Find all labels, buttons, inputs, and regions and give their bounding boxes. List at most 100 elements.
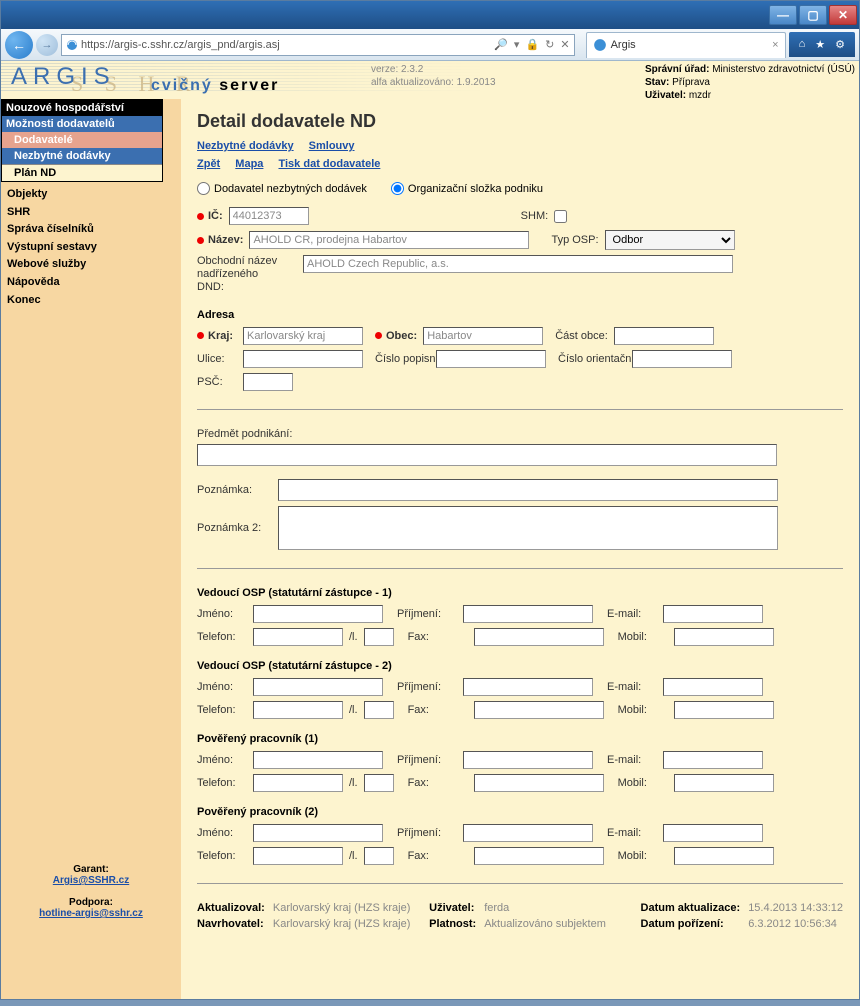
typosp-select[interactable]: Odbor (605, 230, 735, 250)
pozn1-field[interactable] (278, 479, 778, 501)
address-bar[interactable]: https://argis-c.sshr.cz/argis_pnd/argis.… (61, 34, 575, 56)
link-nezbytne-dodavky[interactable]: Nezbytné dodávky (197, 140, 294, 152)
stop-icon[interactable]: ✕ (560, 38, 569, 51)
datum-akt-value: 15.4.2013 14:33:12 (748, 902, 843, 914)
co-field[interactable] (632, 350, 732, 368)
person3-linka-field[interactable] (364, 774, 394, 792)
app-header: S S H R ARGIS cvičný server verze: 2.3.2… (1, 61, 859, 99)
person3-mobil-label: Mobil: (618, 777, 668, 789)
datum-akt-label: Datum aktualizace: (641, 902, 741, 914)
uzivatel-label: Uživatel: (429, 902, 476, 914)
person4-prijmeni-field[interactable] (463, 824, 593, 842)
ulice-label: Ulice: (197, 353, 237, 365)
person3-jmeno-field[interactable] (253, 751, 383, 769)
person3-mobil-field[interactable] (674, 774, 774, 792)
person1-telefon-field[interactable] (253, 628, 343, 646)
ie-icon (593, 38, 607, 52)
window-maximize-button[interactable]: ▢ (799, 5, 827, 25)
tab-strip: Argis × (586, 32, 786, 58)
person4-jmeno-label: Jméno: (197, 827, 247, 839)
person4-jmeno-field[interactable] (253, 824, 383, 842)
link-zpet[interactable]: Zpět (197, 158, 220, 170)
sidebar-menu: Nouzové hospodářství Možnosti dodavatelů… (1, 99, 163, 182)
back-button[interactable]: ← (5, 31, 33, 59)
obec-field[interactable] (423, 327, 543, 345)
support-mail-link[interactable]: hotline-argis@sshr.cz (39, 908, 143, 919)
shm-checkbox[interactable] (554, 210, 567, 223)
person1-mobil-field[interactable] (674, 628, 774, 646)
ic-field[interactable] (229, 207, 309, 225)
person2-telefon-field[interactable] (253, 701, 343, 719)
person3-telefon-field[interactable] (253, 774, 343, 792)
forward-button[interactable]: → (36, 34, 58, 56)
person1-linka-field[interactable] (364, 628, 394, 646)
pozn2-label: Poznámka 2: (197, 522, 272, 534)
person2-email-field[interactable] (663, 678, 763, 696)
home-icon[interactable]: ⌂ (799, 38, 806, 51)
sidebar-link-shr[interactable]: SHR (7, 204, 175, 222)
link-smlouvy[interactable]: Smlouvy (309, 140, 355, 152)
datum-por-label: Datum pořízení: (641, 918, 741, 930)
window-minimize-button[interactable]: — (769, 5, 797, 25)
person3-email-field[interactable] (663, 751, 763, 769)
search-icon[interactable]: 🔎 (494, 38, 508, 51)
person2-jmeno-field[interactable] (253, 678, 383, 696)
sidebar-link-objekty[interactable]: Objekty (7, 186, 175, 204)
parent-name-field[interactable] (303, 255, 733, 273)
kraj-field[interactable] (243, 327, 363, 345)
person3-telefon-label: Telefon: (197, 777, 247, 789)
pozn2-field[interactable] (278, 506, 778, 550)
person4-mobil-label: Mobil: (618, 850, 668, 862)
radio-osp[interactable]: Organizační složka podniku (391, 182, 543, 195)
sidebar-item-plan-nd[interactable]: Plán ND (2, 164, 162, 181)
link-mapa[interactable]: Mapa (235, 158, 263, 170)
sidebar-item-nezbytne[interactable]: Nezbytné dodávky (2, 148, 162, 164)
person4-mobil-field[interactable] (674, 847, 774, 865)
person4-fax-field[interactable] (474, 847, 604, 865)
tools-icon[interactable]: ⚙ (835, 38, 845, 51)
nazev-field[interactable] (249, 231, 529, 249)
castobce-field[interactable] (614, 327, 714, 345)
type-radio-group: Dodavatel nezbytných dodávek Organizační… (197, 182, 843, 195)
person3-fax-field[interactable] (474, 774, 604, 792)
sidebar-section-moznosti[interactable]: Možnosti dodavatelů (2, 116, 162, 132)
sidebar-link-sprava[interactable]: Správa číselníků (7, 221, 175, 239)
radio-dodavatel[interactable]: Dodavatel nezbytných dodávek (197, 182, 367, 195)
sidebar-link-konec[interactable]: Konec (7, 292, 175, 310)
person2-prijmeni-field[interactable] (463, 678, 593, 696)
person2-fax-field[interactable] (474, 701, 604, 719)
person2-linka-field[interactable] (364, 701, 394, 719)
person2-linka-label: /l. (349, 704, 358, 716)
window-close-button[interactable]: ✕ (829, 5, 857, 25)
predmet-label: Předmět podnikání: (197, 428, 292, 440)
predmet-field[interactable] (197, 444, 777, 466)
person4-telefon-field[interactable] (253, 847, 343, 865)
sidebar-link-webove[interactable]: Webové služby (7, 256, 175, 274)
tab-close-icon[interactable]: × (772, 39, 778, 51)
garant-mail-link[interactable]: Argis@SSHR.cz (53, 875, 129, 886)
sidebar-link-napoveda[interactable]: Nápověda (7, 274, 175, 292)
person3-prijmeni-field[interactable] (463, 751, 593, 769)
sidebar-contacts: Garant: Argis@SSHR.cz Podpora: hotline-a… (1, 864, 181, 919)
person1-prijmeni-field[interactable] (463, 605, 593, 623)
person1-jmeno-field[interactable] (253, 605, 383, 623)
sidebar-item-dodavatele[interactable]: Dodavatelé (2, 132, 162, 148)
link-tisk[interactable]: Tisk dat dodavatele (278, 158, 380, 170)
person2-mobil-field[interactable] (674, 701, 774, 719)
person1-fax-field[interactable] (474, 628, 604, 646)
shm-label: SHM: (521, 210, 549, 222)
person3-heading: Pověřený pracovník (1) (197, 733, 843, 745)
app-logo: ARGIS (11, 63, 116, 91)
favorites-icon[interactable]: ★ (815, 38, 825, 51)
person4-linka-field[interactable] (364, 847, 394, 865)
person1-email-field[interactable] (663, 605, 763, 623)
ulice-field[interactable] (243, 350, 363, 368)
cp-label: Číslo popisné: (375, 353, 430, 365)
browser-tab[interactable]: Argis × (586, 32, 786, 58)
sidebar-link-vystupni[interactable]: Výstupní sestavy (7, 239, 175, 257)
compat-icon[interactable]: ↻ (545, 38, 554, 51)
psc-field[interactable] (243, 373, 293, 391)
person4-email-field[interactable] (663, 824, 763, 842)
person3-prijmeni-label: Příjmení: (397, 754, 457, 766)
cp-field[interactable] (436, 350, 546, 368)
